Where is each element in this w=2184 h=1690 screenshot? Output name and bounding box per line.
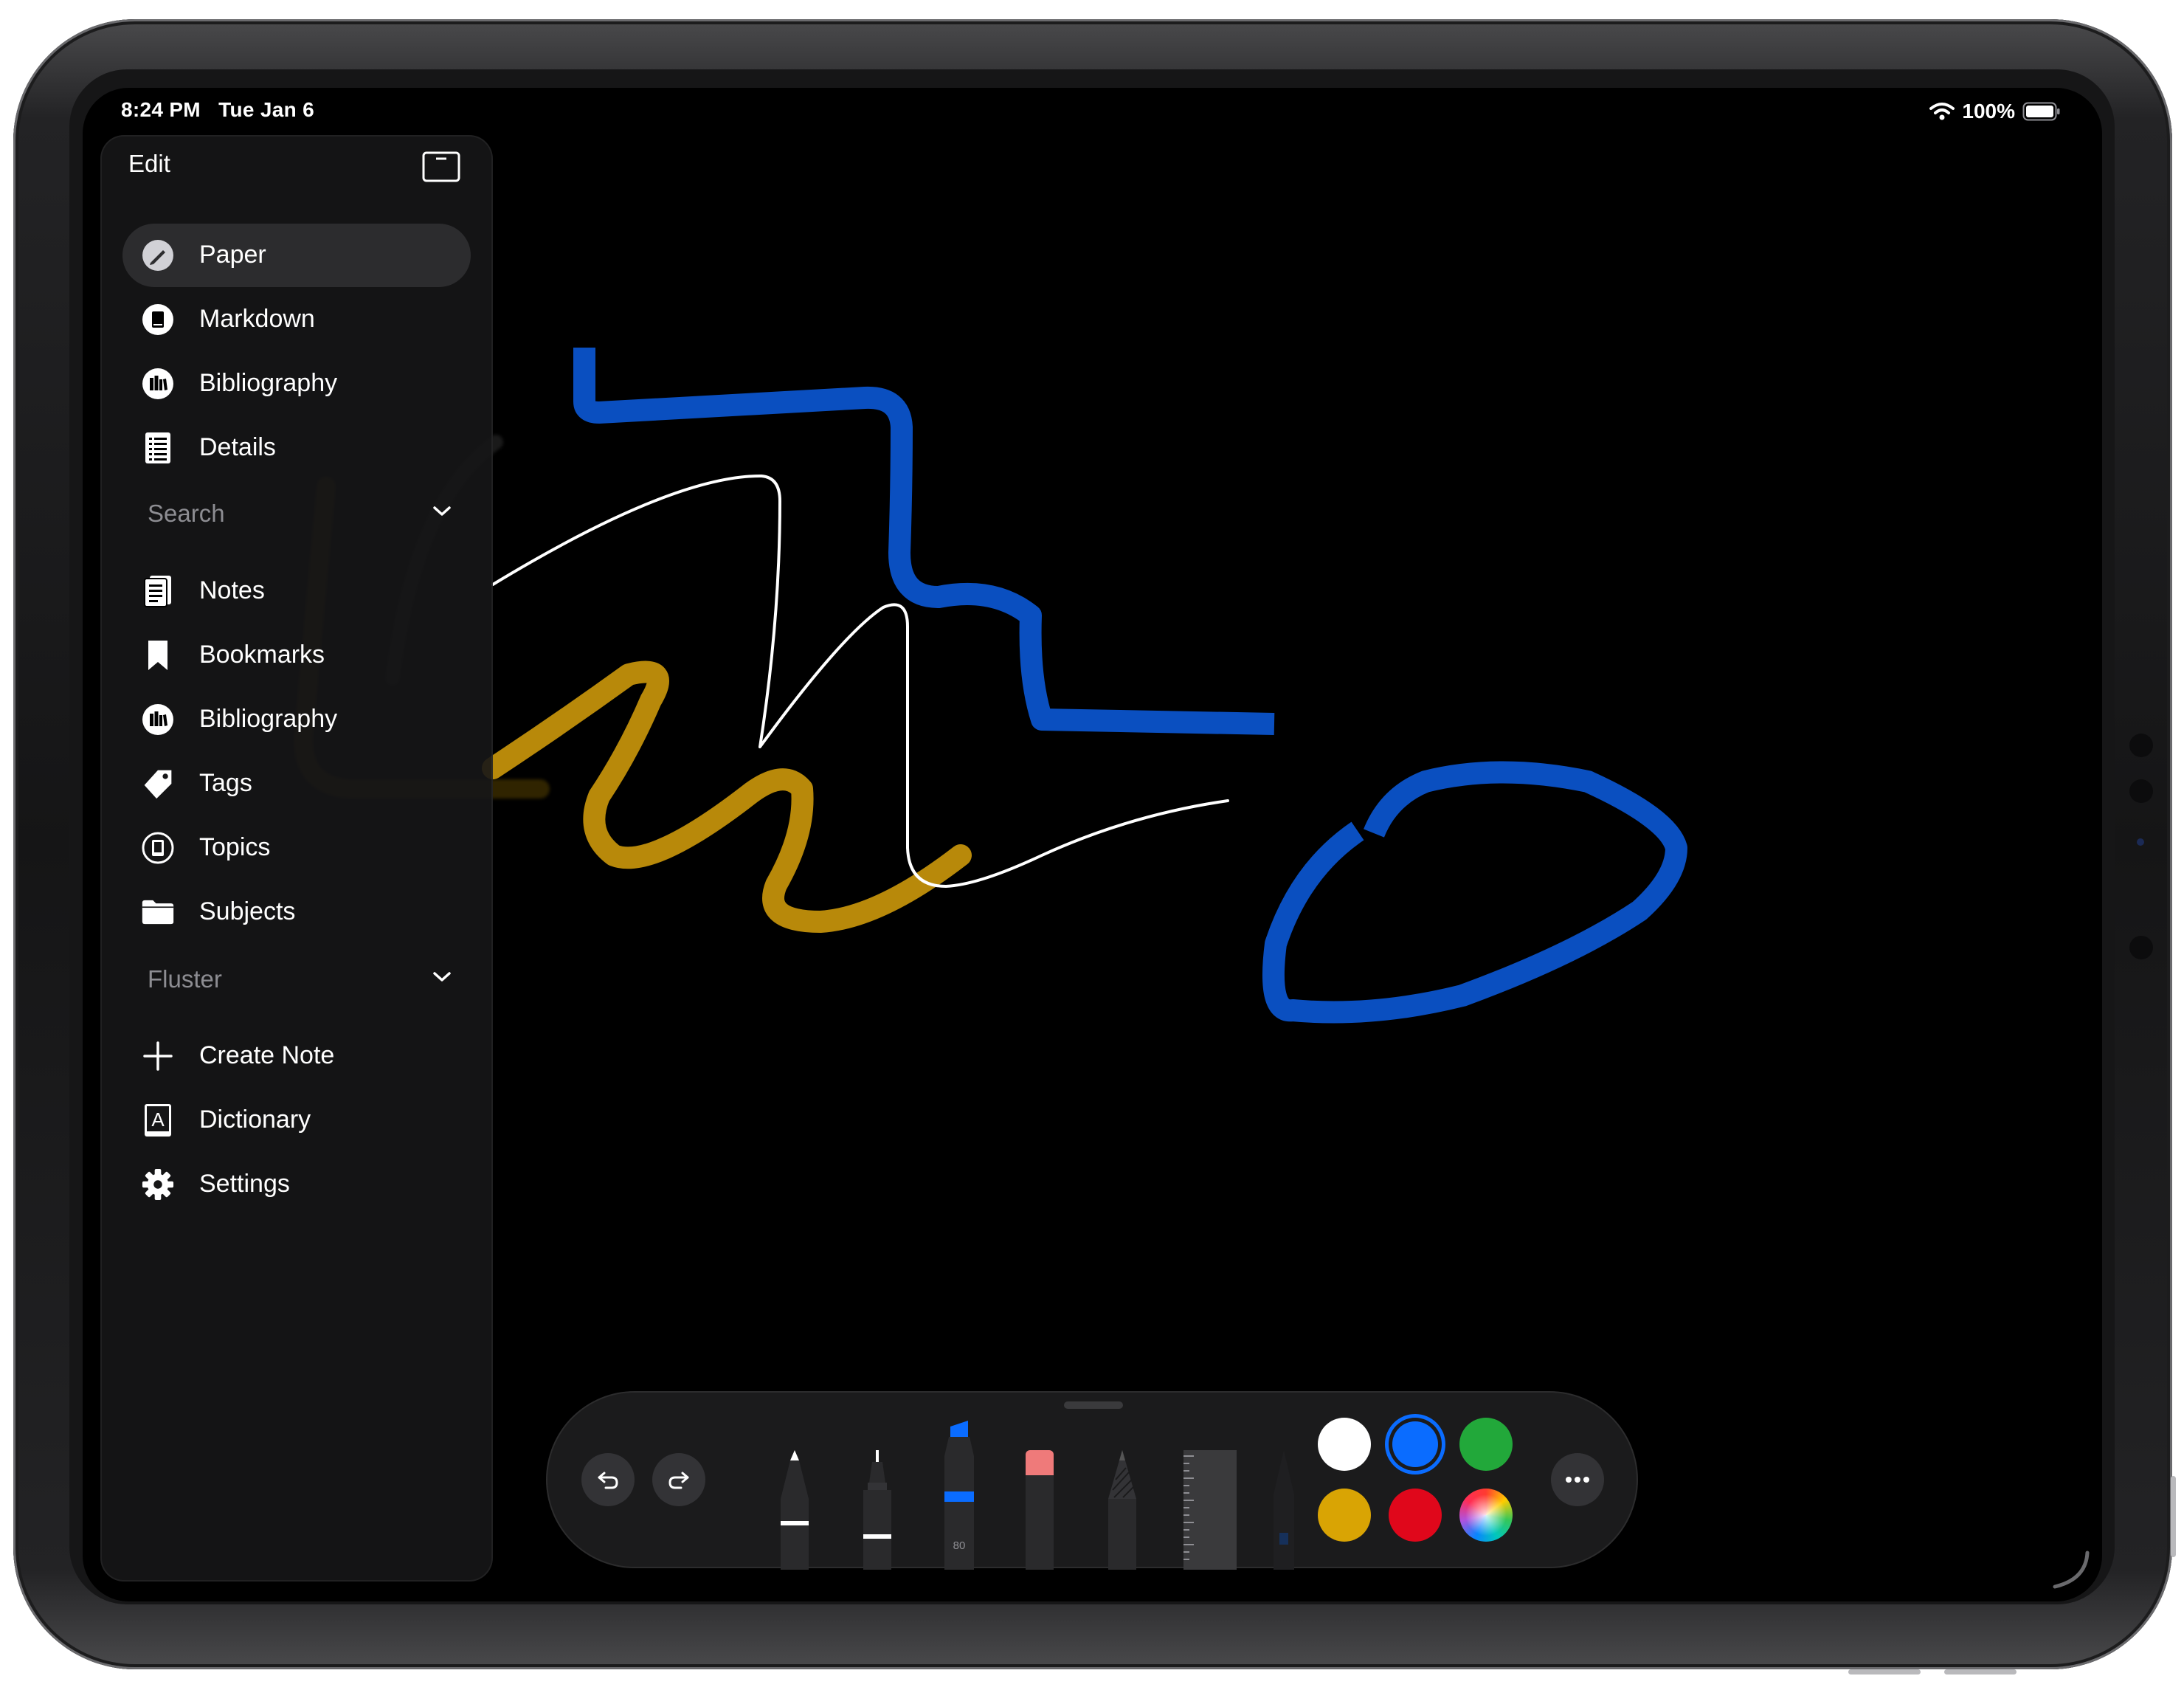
- redo-button[interactable]: [652, 1453, 705, 1506]
- topics-circle-icon: [142, 832, 174, 864]
- side-button: [2171, 1476, 2176, 1557]
- sidebar-item-bibliography-search[interactable]: Bibliography: [122, 688, 471, 751]
- camera-lens: [2137, 838, 2144, 846]
- sidebar-item-label: Create Note: [199, 1041, 335, 1069]
- color-swatch-red[interactable]: [1389, 1489, 1442, 1542]
- battery-percentage: 100%: [1962, 100, 2015, 123]
- tag-icon: [142, 768, 174, 800]
- status-time: 8:24 PM Tue Jan 6: [121, 98, 314, 121]
- bookmark-icon: [142, 639, 174, 672]
- ink-stroke-yellow: [482, 661, 972, 933]
- sidebar-item-dictionary[interactable]: A Dictionary: [122, 1089, 471, 1152]
- volume-button: [1848, 1669, 1921, 1675]
- pencil-tool[interactable]: [1104, 1450, 1141, 1570]
- sidebar-item-subjects[interactable]: Subjects: [122, 880, 471, 944]
- section-header-fluster[interactable]: Fluster: [122, 958, 471, 1002]
- list-document-icon: [142, 432, 174, 464]
- section-title: Fluster: [148, 965, 222, 993]
- sidebar: Edit Paper Markdown Bibliography Details…: [100, 135, 493, 1582]
- sidebar-item-markdown[interactable]: Markdown: [122, 288, 471, 351]
- ink-stroke-blue-2: [1262, 761, 1687, 1024]
- gear-icon: [142, 1168, 174, 1201]
- pencil-circle-icon: [142, 239, 174, 272]
- notes-icon: [142, 575, 174, 607]
- toolbar-grabber[interactable]: [1064, 1401, 1123, 1409]
- undo-button[interactable]: [581, 1453, 635, 1506]
- books-circle-icon: [142, 368, 174, 400]
- sidebar-item-label: Paper: [199, 241, 266, 269]
- sidebar-item-label: Bibliography: [199, 369, 338, 397]
- color-swatch-blue[interactable]: [1389, 1418, 1442, 1471]
- color-swatch-yellow[interactable]: [1318, 1489, 1371, 1542]
- svg-text:A: A: [151, 1108, 165, 1131]
- screen: 8:24 PM Tue Jan 6 100% Edit Paper Markdo…: [83, 88, 2102, 1601]
- sidebar-item-label: Bookmarks: [199, 641, 325, 669]
- redo-icon: [668, 1472, 689, 1489]
- sidebar-item-label: Dictionary: [199, 1106, 311, 1134]
- ellipsis-icon: [1566, 1477, 1589, 1483]
- sidebar-item-create-note[interactable]: Create Note: [122, 1024, 471, 1088]
- sidebar-item-bookmarks[interactable]: Bookmarks: [122, 624, 471, 687]
- sidebar-item-settings[interactable]: Settings: [122, 1153, 471, 1216]
- sidebar-toggle-icon[interactable]: [422, 151, 460, 182]
- ink-stroke-blue-1: [573, 348, 1275, 735]
- dictionary-icon: A: [142, 1104, 174, 1137]
- eraser-tool[interactable]: [1021, 1450, 1058, 1570]
- sidebar-item-label: Notes: [199, 576, 265, 604]
- volume-button: [1944, 1669, 2017, 1675]
- lasso-tool[interactable]: [1269, 1450, 1299, 1570]
- marker-size-label: 80: [953, 1539, 966, 1552]
- battery-icon: [2022, 102, 2060, 121]
- camera-dot: [2129, 779, 2153, 803]
- sidebar-item-label: Bibliography: [199, 705, 338, 733]
- undo-icon: [598, 1472, 618, 1489]
- section-title: Search: [148, 500, 225, 527]
- color-swatch-green[interactable]: [1459, 1418, 1513, 1471]
- sidebar-item-details[interactable]: Details: [122, 416, 471, 480]
- drawing-toolbar: 80: [546, 1391, 1638, 1570]
- sidebar-item-tags[interactable]: Tags: [122, 752, 471, 815]
- sidebar-item-label: Subjects: [199, 897, 296, 925]
- chevron-down-icon[interactable]: [432, 971, 452, 983]
- sidebar-item-label: Tags: [199, 769, 252, 797]
- sidebar-item-paper[interactable]: Paper: [122, 224, 471, 287]
- color-picker-button[interactable]: [1459, 1489, 1513, 1542]
- status-indicators: 100%: [1929, 100, 2061, 123]
- section-header-search[interactable]: Search: [122, 492, 471, 537]
- edit-button[interactable]: Edit: [128, 150, 170, 178]
- document-circle-icon: [142, 303, 174, 336]
- plus-icon: [142, 1040, 174, 1072]
- chevron-down-icon[interactable]: [432, 506, 452, 517]
- sidebar-item-label: Settings: [199, 1170, 290, 1198]
- marker-tool[interactable]: 80: [940, 1421, 978, 1570]
- ruler-tool[interactable]: [1182, 1450, 1238, 1570]
- camera-dot: [2129, 734, 2153, 757]
- color-swatch-white[interactable]: [1318, 1418, 1371, 1471]
- pen-tool[interactable]: [776, 1450, 813, 1570]
- sidebar-item-topics[interactable]: Topics: [122, 816, 471, 880]
- sidebar-item-label: Details: [199, 433, 276, 461]
- camera-dot: [2129, 936, 2153, 959]
- fineliner-tool[interactable]: [859, 1450, 896, 1570]
- more-options-button[interactable]: [1551, 1453, 1604, 1506]
- wifi-icon: [1929, 103, 1955, 120]
- sidebar-item-label: Topics: [199, 833, 271, 861]
- sidebar-item-label: Markdown: [199, 305, 315, 333]
- resize-corner-indicator: [2053, 1551, 2090, 1589]
- folder-icon: [142, 896, 174, 928]
- books-circle-icon: [142, 703, 174, 736]
- sidebar-item-notes[interactable]: Notes: [122, 559, 471, 623]
- sidebar-item-bibliography[interactable]: Bibliography: [122, 352, 471, 415]
